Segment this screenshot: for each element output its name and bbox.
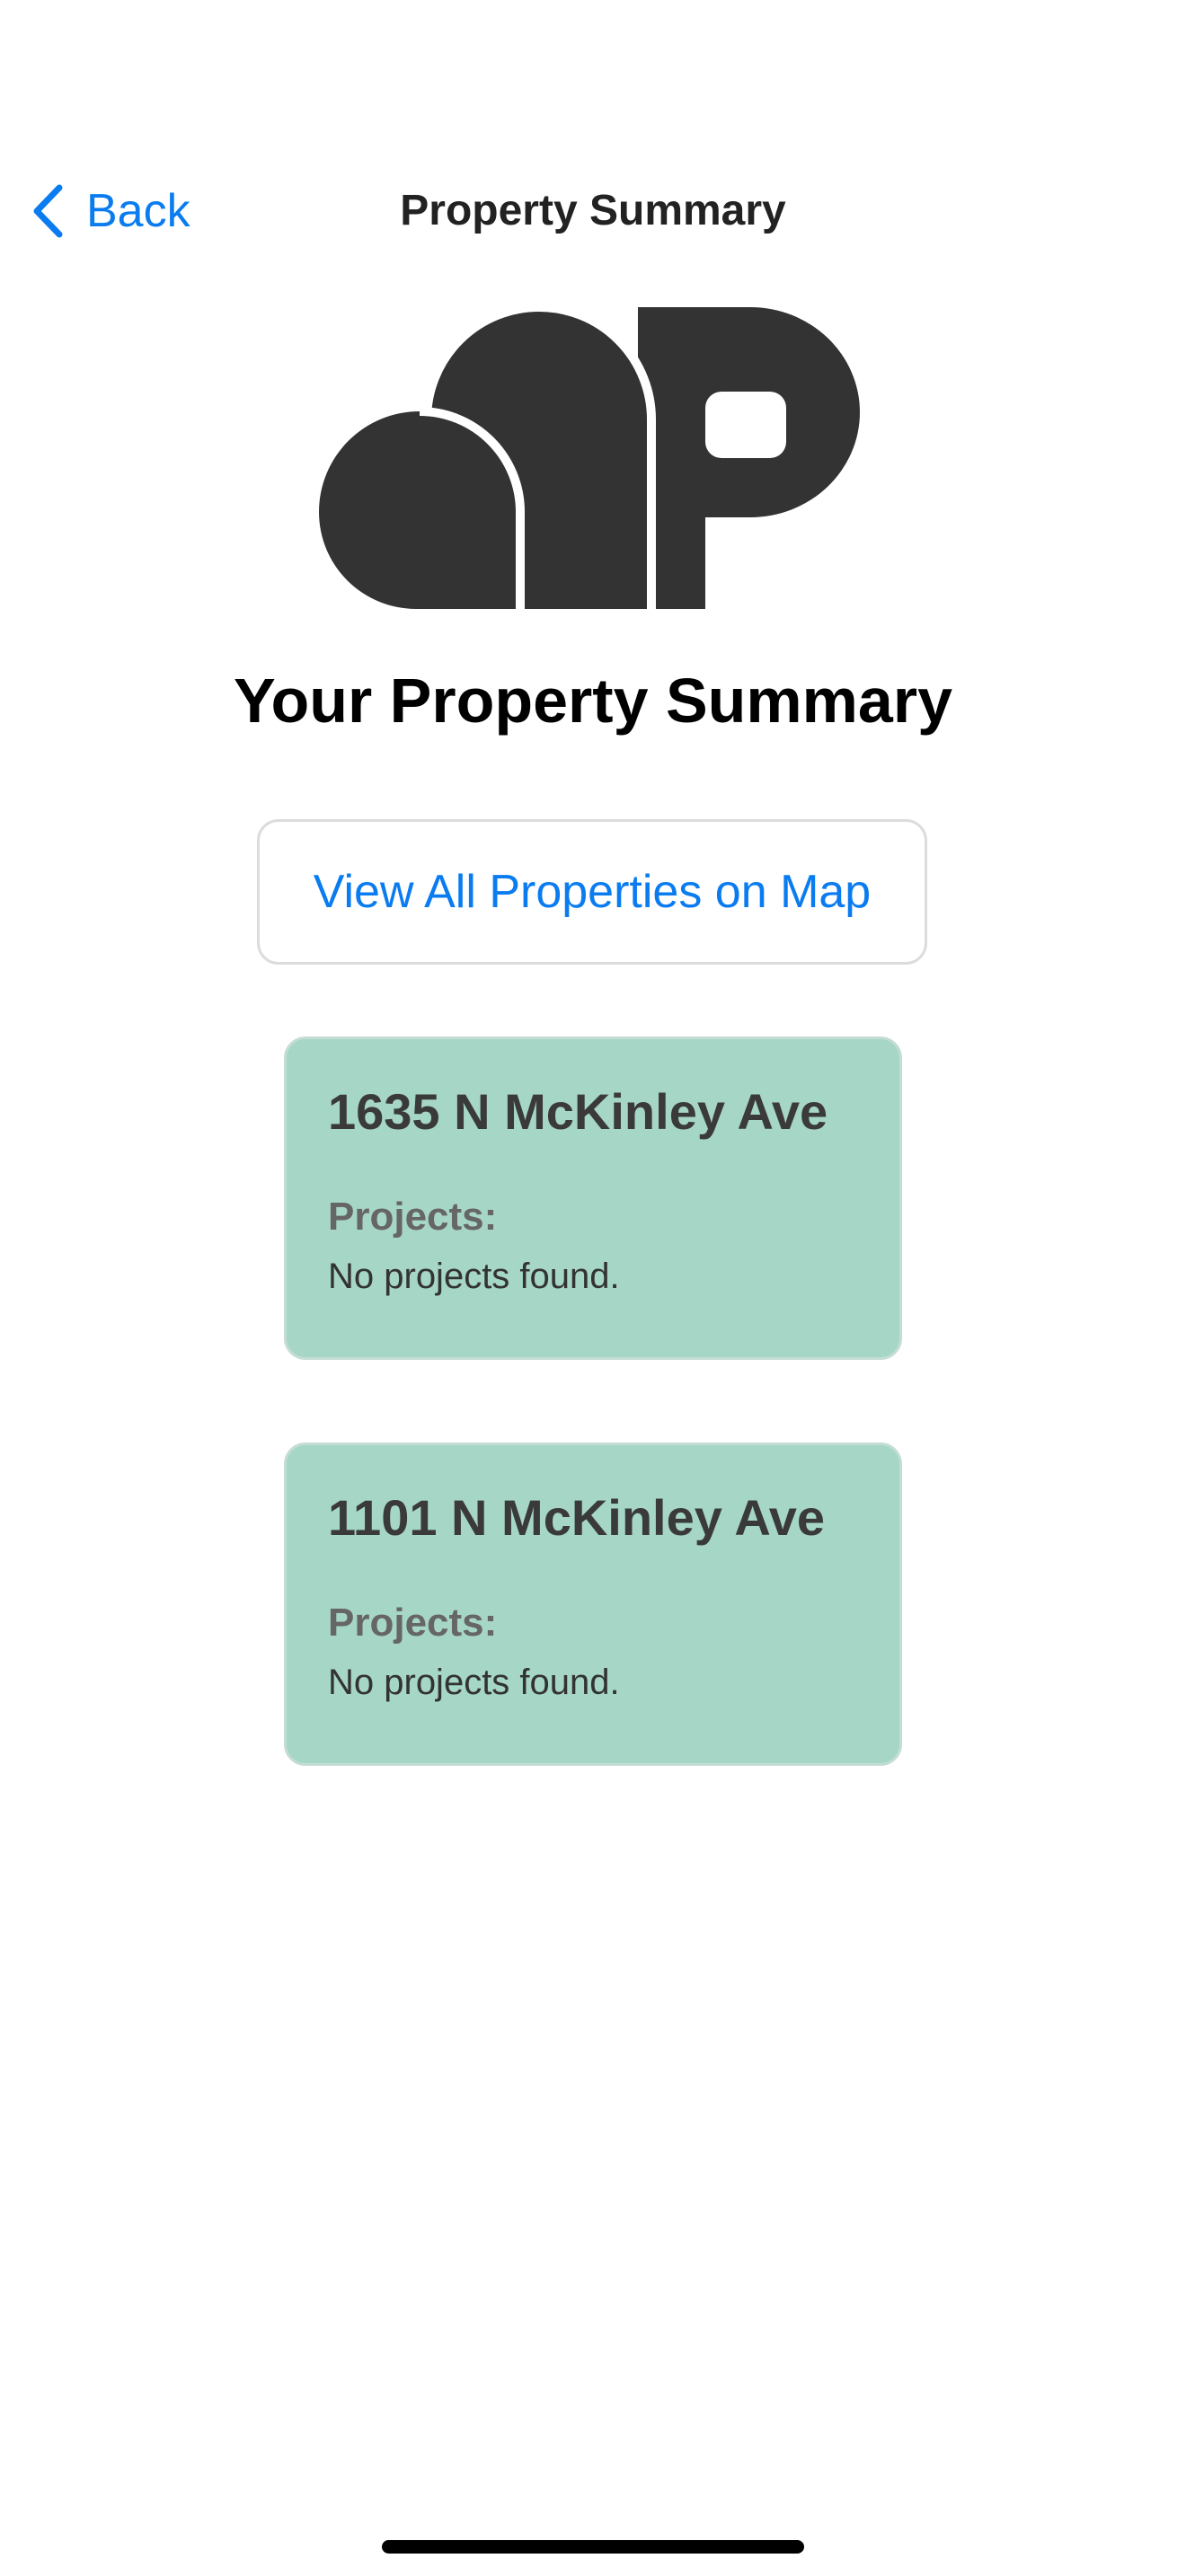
app-logo	[319, 303, 867, 609]
property-card[interactable]: 1101 N McKinley Ave Projects: No project…	[284, 1442, 902, 1766]
projects-label: Projects:	[328, 1195, 498, 1239]
projects-label: Projects:	[328, 1601, 498, 1645]
home-indicator	[382, 2540, 804, 2554]
projects-value: No projects found.	[328, 1257, 620, 1296]
property-address: 1635 N McKinley Ave	[328, 1083, 828, 1140]
page-title: Your Property Summary	[233, 666, 953, 736]
view-all-on-map-button[interactable]: View All Properties on Map	[257, 819, 927, 965]
nav-title: Property Summary	[400, 187, 786, 234]
property-card[interactable]: 1635 N McKinley Ave Projects: No project…	[284, 1037, 902, 1360]
map-button-label: View All Properties on Map	[313, 866, 872, 918]
property-address: 1101 N McKinley Ave	[328, 1489, 826, 1546]
navigation-bar: Back Property Summary	[0, 162, 1186, 260]
projects-value: No projects found.	[328, 1663, 620, 1702]
property-list: 1635 N McKinley Ave Projects: No project…	[284, 1037, 902, 1848]
